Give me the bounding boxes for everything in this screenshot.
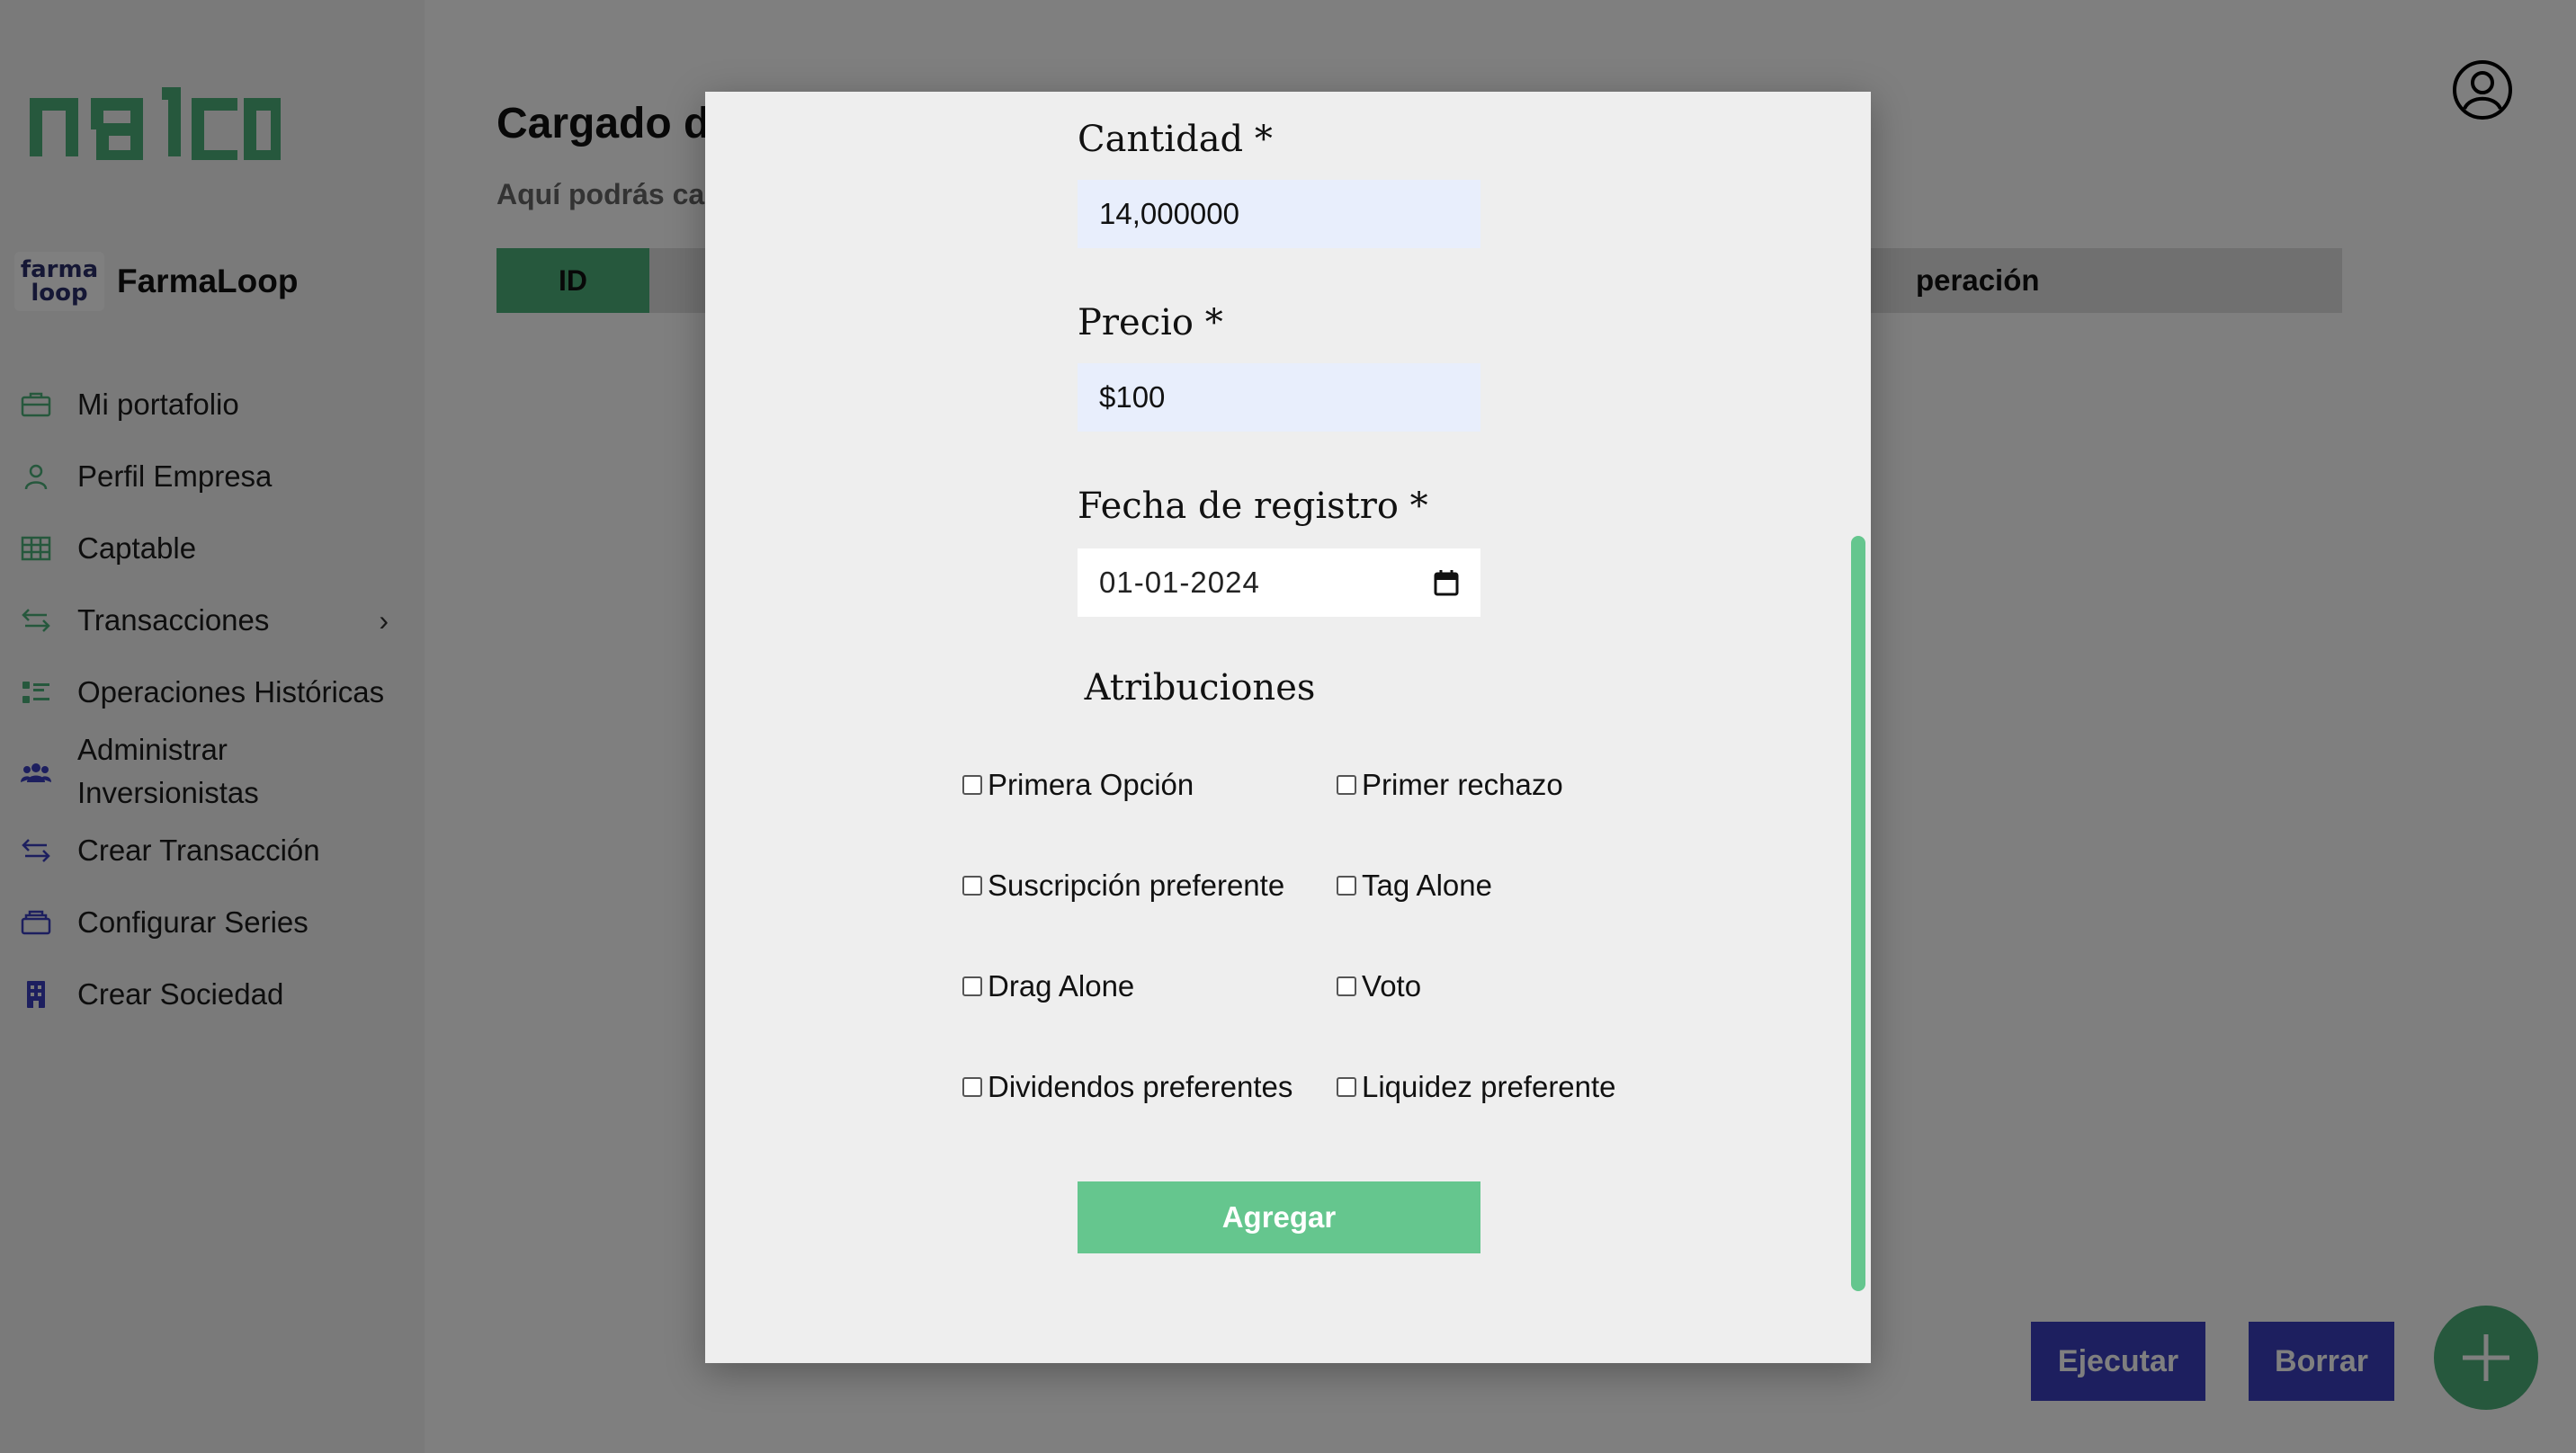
fecha-registro-input[interactable]: 01-01-2024: [1078, 548, 1480, 617]
calendar-icon[interactable]: [1434, 569, 1459, 596]
atribuciones-title: Atribuciones: [1084, 667, 1316, 709]
checkbox[interactable]: [962, 775, 982, 795]
fecha-registro-value: 01-01-2024: [1099, 566, 1260, 599]
fecha-registro-label: Fecha de registro *: [1078, 486, 1428, 527]
checkbox[interactable]: [962, 1077, 982, 1097]
checkbox-label: Liquidez preferente: [1362, 1070, 1616, 1103]
checkbox-drag-alone[interactable]: Drag Alone: [962, 969, 1134, 1003]
agregar-button[interactable]: Agregar: [1078, 1181, 1480, 1253]
checkbox-label: Tag Alone: [1362, 869, 1492, 902]
checkbox[interactable]: [1337, 976, 1356, 996]
checkbox-primer-rechazo[interactable]: Primer rechazo: [1337, 768, 1563, 802]
checkbox[interactable]: [1337, 876, 1356, 896]
checkbox-label: Primera Opción: [988, 768, 1194, 801]
checkbox-label: Voto: [1362, 969, 1422, 1003]
checkbox-dividendos-preferentes[interactable]: Dividendos preferentes: [962, 1070, 1292, 1104]
add-operation-modal: Cantidad * 14,000000 Precio * $100 Fecha…: [705, 92, 1871, 1363]
checkbox-primera-opcion[interactable]: Primera Opción: [962, 768, 1194, 802]
checkbox[interactable]: [1337, 775, 1356, 795]
modal-scrollbar[interactable]: [1851, 536, 1865, 1291]
checkbox-tag-alone[interactable]: Tag Alone: [1337, 869, 1492, 903]
precio-label: Precio *: [1078, 302, 1223, 343]
checkbox-liquidez-preferente[interactable]: Liquidez preferente: [1337, 1070, 1616, 1104]
cantidad-input[interactable]: 14,000000: [1078, 180, 1480, 248]
checkbox-label: Primer rechazo: [1362, 768, 1563, 801]
checkbox-label: Drag Alone: [988, 969, 1135, 1003]
checkbox-label: Suscripción preferente: [988, 869, 1285, 902]
checkbox[interactable]: [1337, 1077, 1356, 1097]
checkbox-suscripcion-preferente[interactable]: Suscripción preferente: [962, 869, 1284, 903]
precio-input[interactable]: $100: [1078, 363, 1480, 432]
checkbox[interactable]: [962, 976, 982, 996]
checkbox[interactable]: [962, 876, 982, 896]
cantidad-label: Cantidad *: [1078, 119, 1273, 160]
checkbox-voto[interactable]: Voto: [1337, 969, 1421, 1003]
scrollbar-thumb[interactable]: [1851, 536, 1865, 1291]
checkbox-label: Dividendos preferentes: [988, 1070, 1293, 1103]
